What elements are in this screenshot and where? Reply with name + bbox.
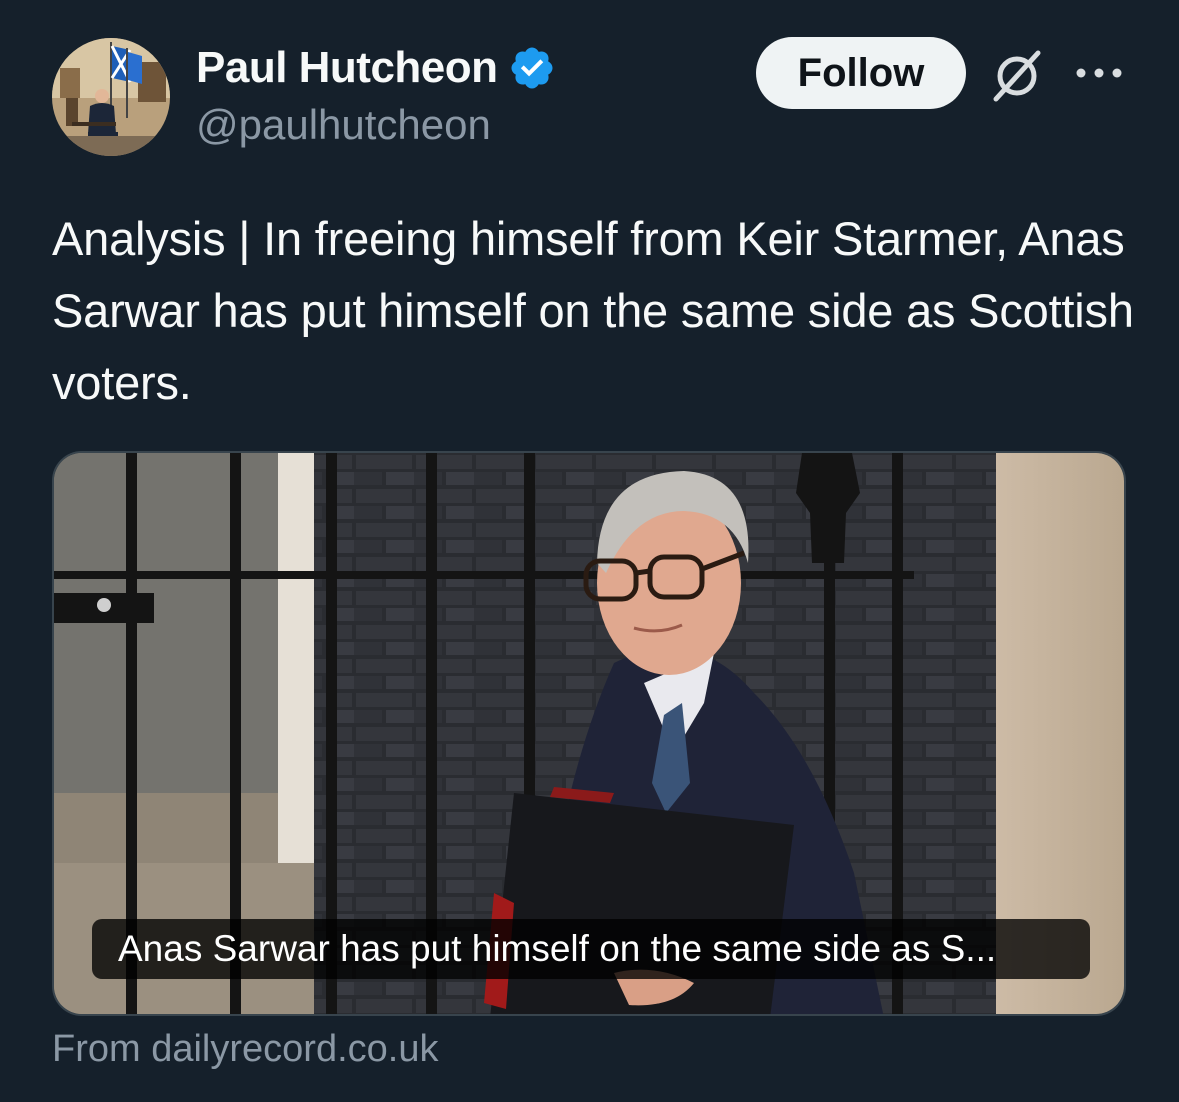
author-name-row: Paul Hutcheon (196, 40, 556, 96)
tweet-post: Paul Hutcheon @paulhutcheon Follow Analy… (0, 0, 1179, 1102)
verified-badge-icon[interactable] (508, 44, 556, 92)
link-card[interactable]: Anas Sarwar has put himself on the same … (52, 451, 1126, 1016)
more-horizontal-icon[interactable] (1074, 58, 1124, 88)
card-source-link[interactable]: From dailyrecord.co.uk (52, 1028, 438, 1071)
author-handle[interactable]: @paulhutcheon (196, 101, 491, 149)
card-caption: Anas Sarwar has put himself on the same … (92, 919, 1090, 979)
tweet-text: Analysis | In freeing himself from Keir … (52, 212, 1134, 409)
follow-button[interactable]: Follow (756, 37, 966, 109)
avatar-photo (52, 38, 170, 156)
grok-icon[interactable] (988, 47, 1046, 105)
author-avatar[interactable] (52, 38, 170, 156)
author-display-name[interactable]: Paul Hutcheon (196, 43, 498, 93)
